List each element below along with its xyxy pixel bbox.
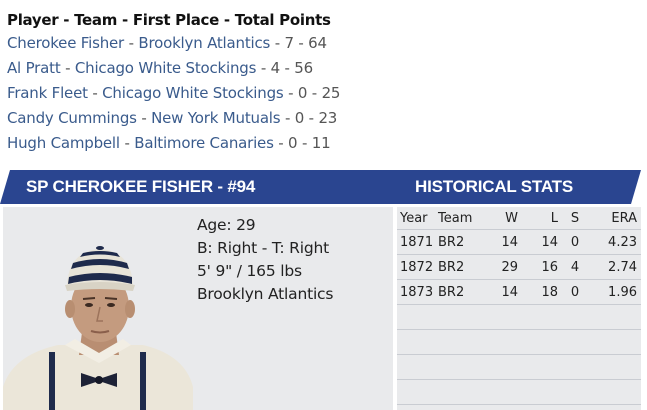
player-card: Age: 29 B: Right - T: Right 5' 9" / 165 … (3, 207, 393, 410)
separator: - (136, 109, 152, 127)
team-link[interactable]: Brooklyn Atlantics (138, 34, 270, 52)
voting-values: - 4 - 56 (256, 59, 313, 77)
header-w: W (505, 210, 518, 226)
cell-w: 29 (484, 254, 518, 280)
separator: - (87, 84, 103, 102)
cell-w: 14 (484, 229, 518, 255)
header-year: Year (400, 210, 428, 226)
player-portrait-icon (3, 246, 193, 410)
separator: - (119, 134, 135, 152)
table-row-empty (397, 329, 641, 355)
header-team: Team (438, 210, 473, 226)
cell-era: 4.23 (592, 229, 641, 255)
voting-values: - 0 - 11 (273, 134, 331, 152)
cell-s: 0 (558, 279, 592, 305)
cell-year: 1873 (397, 279, 438, 305)
header-s: S (570, 210, 580, 226)
team-link[interactable]: New York Mutuals (151, 109, 280, 127)
header-era: ERA (611, 210, 637, 226)
table-row-empty (397, 304, 641, 330)
voting-row: Candy Cummings - New York Mutuals - 0 - … (7, 106, 427, 131)
player-bio: Age: 29 B: Right - T: Right 5' 9" / 165 … (197, 214, 333, 306)
voting-values: - 0 - 25 (283, 84, 341, 102)
cell-l: 14 (518, 229, 558, 255)
player-title[interactable]: SP CHEROKEE FISHER - #94 (26, 170, 255, 204)
voting-row: Al Pratt - Chicago White Stockings - 4 -… (7, 56, 427, 81)
cell-era: 2.74 (592, 254, 641, 280)
cell-year: 1872 (397, 254, 438, 280)
height-weight-text: 5' 9" / 165 lbs (197, 262, 302, 280)
cell-team: BR2 (438, 254, 484, 280)
table-row: 1872 BR2 29 16 4 2.74 (397, 254, 641, 280)
header-l: L (550, 210, 558, 226)
cell-w: 14 (484, 279, 518, 305)
player-link[interactable]: Al Pratt (7, 59, 61, 77)
award-voting-list: Player - Team - First Place - Total Poin… (7, 9, 427, 156)
separator: - (60, 59, 75, 77)
voting-row: Cherokee Fisher - Brooklyn Atlantics - 7… (7, 31, 427, 56)
cell-s: 0 (558, 229, 592, 255)
player-link[interactable]: Hugh Campbell (7, 134, 120, 152)
cell-l: 16 (518, 254, 558, 280)
stats-table: Year Team W L S ERA 1871 BR2 14 14 0 4.2… (397, 207, 641, 410)
cell-era: 1.96 (592, 279, 641, 305)
player-banner: SP CHEROKEE FISHER - #94 HISTORICAL STAT… (0, 170, 641, 204)
table-row-empty (397, 379, 641, 405)
voting-row: Hugh Campbell - Baltimore Canaries - 0 -… (7, 131, 427, 156)
player-link[interactable]: Frank Fleet (7, 84, 88, 102)
team-text: Brooklyn Atlantics (197, 285, 334, 303)
historical-stats-title: HISTORICAL STATS (415, 177, 573, 196)
cell-team: BR2 (438, 229, 484, 255)
cell-l: 18 (518, 279, 558, 305)
cell-year: 1871 (397, 229, 438, 255)
table-row-empty (397, 404, 641, 410)
voting-header: Player - Team - First Place - Total Poin… (7, 11, 331, 29)
bats-throws-text: B: Right - T: Right (197, 239, 329, 257)
cell-s: 4 (558, 254, 592, 280)
voting-values: - 0 - 23 (280, 109, 338, 127)
stats-header-row: Year Team W L S ERA (397, 207, 641, 230)
table-row-empty (397, 354, 641, 380)
age-text: Age: 29 (197, 216, 256, 234)
historical-stats-panel: Year Team W L S ERA 1871 BR2 14 14 0 4.2… (397, 207, 641, 410)
table-row: 1871 BR2 14 14 0 4.23 (397, 229, 641, 255)
team-link[interactable]: Baltimore Canaries (134, 134, 274, 152)
cell-team: BR2 (438, 279, 484, 305)
voting-values: - 7 - 64 (270, 34, 327, 52)
player-link[interactable]: Candy Cummings (7, 109, 137, 127)
team-link[interactable]: Chicago White Stockings (75, 59, 257, 77)
separator: - (124, 34, 139, 52)
player-link[interactable]: Cherokee Fisher (7, 34, 124, 52)
voting-row: Frank Fleet - Chicago White Stockings - … (7, 81, 427, 106)
team-link[interactable]: Chicago White Stockings (102, 84, 284, 102)
table-row: 1873 BR2 14 18 0 1.96 (397, 279, 641, 305)
